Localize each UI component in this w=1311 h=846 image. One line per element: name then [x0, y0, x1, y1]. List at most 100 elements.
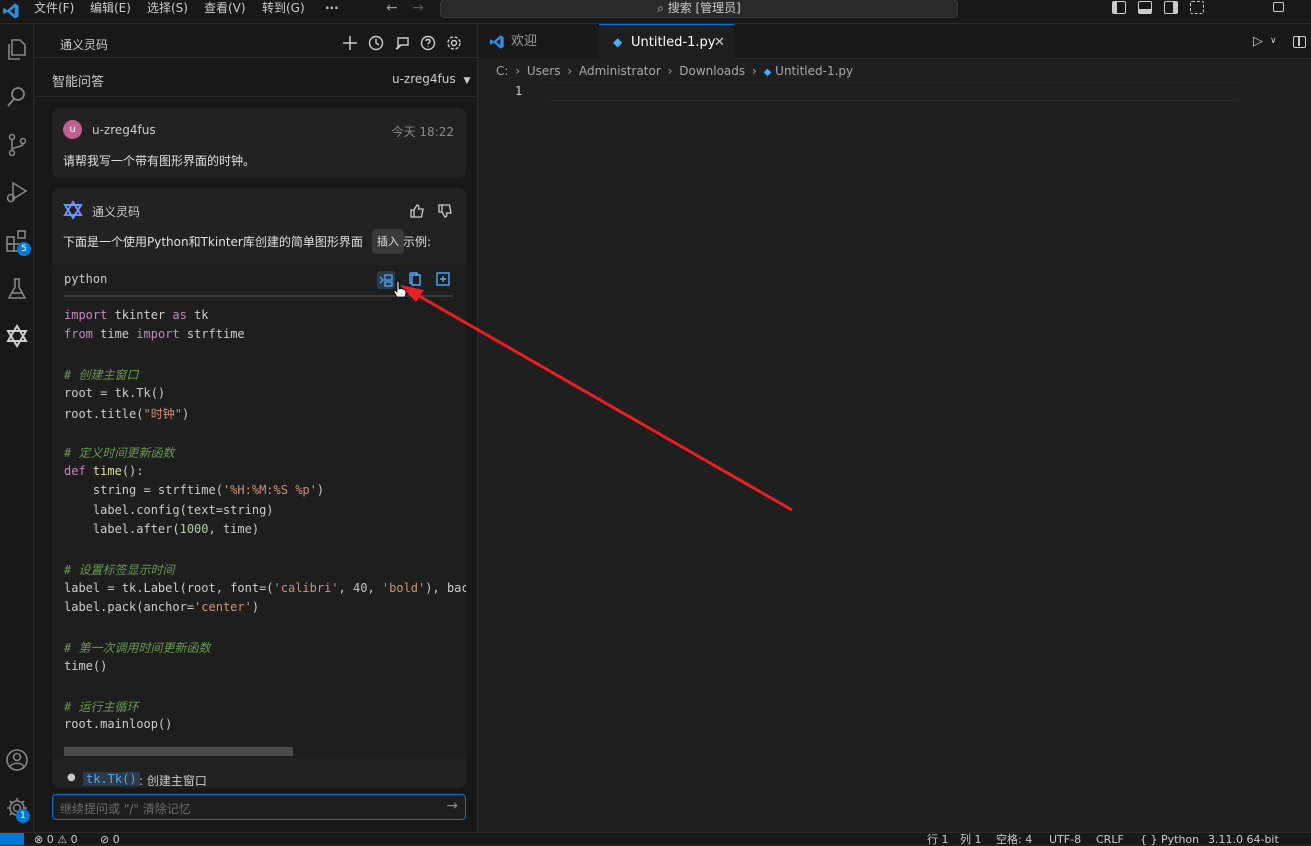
inline-code: tk.Tk() [83, 772, 140, 786]
code-line: label = tk.Label(root, font=('calibri', … [64, 581, 466, 595]
remote-indicator-icon[interactable] [0, 833, 24, 845]
forward-arrow-icon[interactable]: → [412, 0, 424, 16]
code-language-label: python [64, 272, 108, 286]
insert-tooltip: 插入 [372, 229, 404, 254]
code-line: label.after(1000, time) [64, 522, 260, 536]
divider [35, 57, 478, 58]
thumbs-down-icon[interactable] [437, 203, 453, 219]
code-line: root.mainloop() [64, 717, 173, 731]
search-label: 搜索 [管理员] [667, 1, 741, 15]
user-message-text: 请帮我写一个带有图形界面的时钟。 [63, 154, 256, 168]
tab-label: 欢迎 [511, 34, 538, 49]
copy-code-icon[interactable] [407, 271, 423, 287]
chevron-right-icon: › [751, 64, 757, 78]
code-line: label.config(text=string) [64, 503, 274, 517]
close-tab-icon[interactable]: ✕ [714, 25, 725, 60]
chevron-right-icon: › [515, 64, 521, 78]
hand-cursor-icon [393, 280, 407, 298]
bullet-text: : 创建主窗口 [139, 774, 207, 786]
explorer-icon[interactable] [4, 36, 30, 62]
new-chat-plus-icon[interactable] [341, 34, 359, 52]
menu-selection[interactable]: 选择(S) [147, 0, 188, 16]
user-avatar: u [63, 120, 82, 139]
code-line: string = strftime('%H:%M:%S %p') [64, 483, 325, 497]
toggle-secondary-sidebar-icon[interactable] [1164, 1, 1178, 14]
menu-file[interactable]: 文件(F) [34, 0, 74, 16]
chat-input-placeholder: 继续提问或 "/" 清除记忆 [60, 802, 191, 816]
user-message-card: u u-zreg4fus 今天 18:22 请帮我写一个带有图形界面的时钟。 [52, 108, 466, 178]
code-line: label.pack(anchor='center') [64, 600, 260, 614]
menu-more-button[interactable]: ··· [325, 0, 339, 16]
search-icon[interactable] [4, 84, 30, 110]
assistant-intro-text-start: 下面是一个使用Python和Tkinter库创建的简单图形界面 [63, 235, 363, 249]
toggle-primary-sidebar-icon[interactable] [1112, 1, 1126, 14]
menu-go[interactable]: 转到(G) [262, 0, 305, 16]
chevron-right-icon: › [667, 64, 673, 78]
message-timestamp: 今天 18:22 [391, 125, 454, 139]
tab-untitled-1[interactable]: ◆ Untitled-1.py ✕ [599, 24, 734, 59]
split-editor-icon[interactable] [1293, 36, 1306, 48]
new-file-code-icon[interactable] [435, 271, 451, 287]
chevron-right-icon: › [567, 64, 573, 78]
explanation-bullet: ● tk.Tk() : 创建主窗口 [67, 772, 467, 786]
editor-area: 欢迎 ◆ Untitled-1.py ✕ ▷ ∨ C: › Users › Ad… [479, 24, 1311, 832]
status-bar: ⊗ 0 ⚠ 0 ⊘ 0 行 1 列 1 空格: 4 UTF-8 CRLF { }… [0, 832, 1311, 845]
breadcrumb: C: › Users › Administrator › Downloads ›… [496, 64, 853, 80]
code-line: root = tk.Tk() [64, 386, 166, 400]
testing-flask-icon[interactable] [4, 276, 30, 302]
restore-window-icon[interactable] [1273, 2, 1284, 12]
line-number: 1 [515, 84, 523, 98]
command-search-box[interactable]: ⌕ 搜索 [管理员] [440, 0, 958, 18]
search-icon: ⌕ [657, 1, 664, 15]
code-line: root.title("时钟") [64, 407, 190, 421]
user-select-dropdown[interactable]: u-zreg4fus ▼ [392, 72, 470, 86]
panel-title: 通义灵码 [60, 38, 109, 52]
code-line: time() [64, 659, 108, 673]
tab-label: Untitled-1.py [631, 35, 716, 50]
menu-edit[interactable]: 编辑(E) [90, 0, 131, 16]
run-play-icon[interactable]: ▷ [1253, 34, 1263, 49]
activity-bar: 5 1 [0, 24, 34, 832]
history-icon[interactable] [367, 34, 385, 52]
run-dropdown-chevron-icon[interactable]: ∨ [1270, 36, 1277, 46]
code-line: # 创建主窗口 [64, 368, 139, 382]
menu-view[interactable]: 查看(V) [204, 0, 246, 16]
code-horizontal-scrollbar[interactable] [64, 747, 293, 756]
source-control-icon[interactable] [4, 132, 30, 158]
assistant-name: 通义灵码 [92, 205, 141, 219]
breadcrumb-item[interactable]: Untitled-1.py [775, 64, 853, 78]
account-icon[interactable] [4, 747, 30, 773]
code-editor-current-line[interactable] [548, 82, 1238, 101]
python-file-icon: ◆ [763, 67, 772, 78]
breadcrumb-item[interactable]: Users [527, 64, 561, 78]
code-line: # 第一次调用时间更新函数 [64, 641, 211, 655]
code-line: # 运行主循环 [64, 700, 139, 714]
settings-gear-icon[interactable] [445, 34, 463, 52]
breadcrumb-item[interactable]: Administrator [579, 64, 661, 78]
tab-welcome[interactable]: 欢迎 [479, 24, 599, 59]
assistant-intro-text-end: 示例: [403, 235, 432, 249]
customize-layout-icon[interactable] [1190, 1, 1204, 14]
thumbs-up-icon[interactable] [409, 203, 425, 219]
code-line: # 定义时间更新函数 [64, 446, 175, 460]
run-debug-icon[interactable] [4, 179, 30, 205]
code-line: # 设置标签显示时间 [64, 563, 175, 577]
code-line: def time(): [64, 464, 144, 478]
title-bar: 文件(F) 编辑(E) 选择(S) 查看(V) 转到(G) ··· ← → ⌕ … [0, 0, 1311, 24]
feedback-icon[interactable] [393, 34, 411, 52]
help-icon[interactable] [419, 34, 437, 52]
tongyi-lingma-icon[interactable] [4, 323, 30, 349]
send-arrow-icon[interactable]: → [446, 798, 458, 814]
back-arrow-icon[interactable]: ← [386, 0, 398, 16]
breadcrumb-item[interactable]: C: [496, 64, 508, 78]
toggle-panel-icon[interactable] [1138, 1, 1152, 14]
extensions-icon[interactable]: 5 [4, 228, 31, 256]
chat-input[interactable]: 继续提问或 "/" 清除记忆 → [52, 794, 466, 820]
settings-badge: 1 [16, 809, 30, 823]
tongyi-avatar-icon [63, 200, 83, 220]
code-block: python import tkinter as tk from time im… [52, 265, 466, 758]
extensions-badge: 5 [17, 242, 31, 256]
code-line: import tkinter as tk [64, 308, 209, 322]
breadcrumb-item[interactable]: Downloads [679, 64, 745, 78]
manage-gear-icon[interactable]: 1 [4, 795, 30, 823]
